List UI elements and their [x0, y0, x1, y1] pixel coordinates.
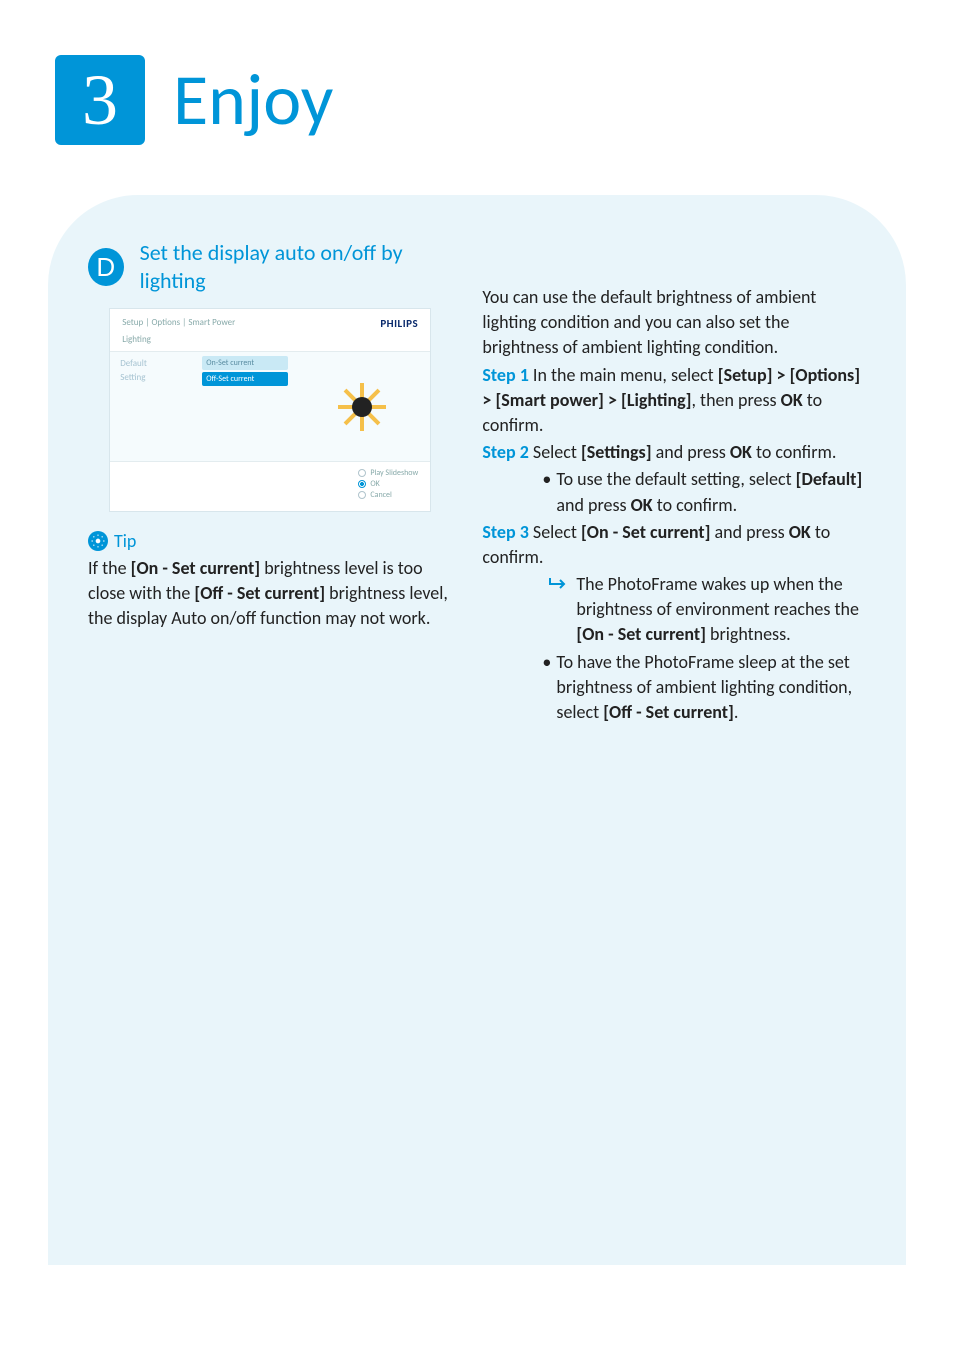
tip-label: Tip: [114, 530, 136, 552]
screenshot-menu-item: Default: [120, 358, 186, 369]
step-2-bullet: To use the default setting, select [Defa…: [482, 467, 866, 517]
step-3: Step 3 Select [On - Set current] and pre…: [482, 520, 866, 570]
radio-icon: [358, 491, 366, 499]
step-3-bullet: To have the PhotoFrame sleep at the set …: [482, 650, 866, 726]
brightness-icon: [338, 383, 386, 431]
radio-icon-selected: [358, 480, 366, 488]
instructions: You can use the default brightness of am…: [482, 225, 866, 727]
step-1: Step 1 In the main menu, select [Setup] …: [482, 363, 866, 439]
screenshot-brand: PHILIPS: [380, 317, 418, 330]
page-title: Enjoy: [173, 56, 333, 144]
content-panel: D Set the display auto on/off by lightin…: [48, 195, 906, 1265]
screenshot-breadcrumb: Setup | Options | Smart Power: [122, 317, 235, 330]
screenshot-subheader: Lighting: [110, 332, 430, 352]
section-badge: D: [88, 248, 124, 286]
screenshot-footer-option: Play Slideshow: [370, 468, 418, 478]
intro-text: You can use the default brightness of am…: [482, 285, 866, 361]
screenshot-menu-item: Setting: [120, 372, 186, 383]
screenshot-footer-option: Cancel: [370, 490, 392, 500]
section-subtitle: Set the display auto on/off by lighting: [140, 239, 453, 294]
screenshot-option: On-Set current: [202, 356, 288, 370]
ui-screenshot: Setup | Options | Smart Power PHILIPS Li…: [109, 308, 431, 512]
page-header: 3 Enjoy: [0, 0, 954, 145]
radio-icon: [358, 469, 366, 477]
tip-icon: [88, 531, 108, 551]
step-number-badge: 3: [55, 55, 145, 145]
arrow-icon: [548, 576, 568, 598]
screenshot-footer-option: OK: [370, 479, 379, 489]
screenshot-option-selected: Off-Set current: [202, 372, 288, 386]
step-3-result: The PhotoFrame wakes up when the brightn…: [482, 572, 866, 648]
step-2: Step 2 Select [Settings] and press OK to…: [482, 440, 866, 465]
tip-body: If the [On - Set current] brightness lev…: [88, 556, 452, 632]
section-heading: D Set the display auto on/off by lightin…: [88, 239, 452, 294]
tip-heading: Tip: [88, 530, 452, 552]
